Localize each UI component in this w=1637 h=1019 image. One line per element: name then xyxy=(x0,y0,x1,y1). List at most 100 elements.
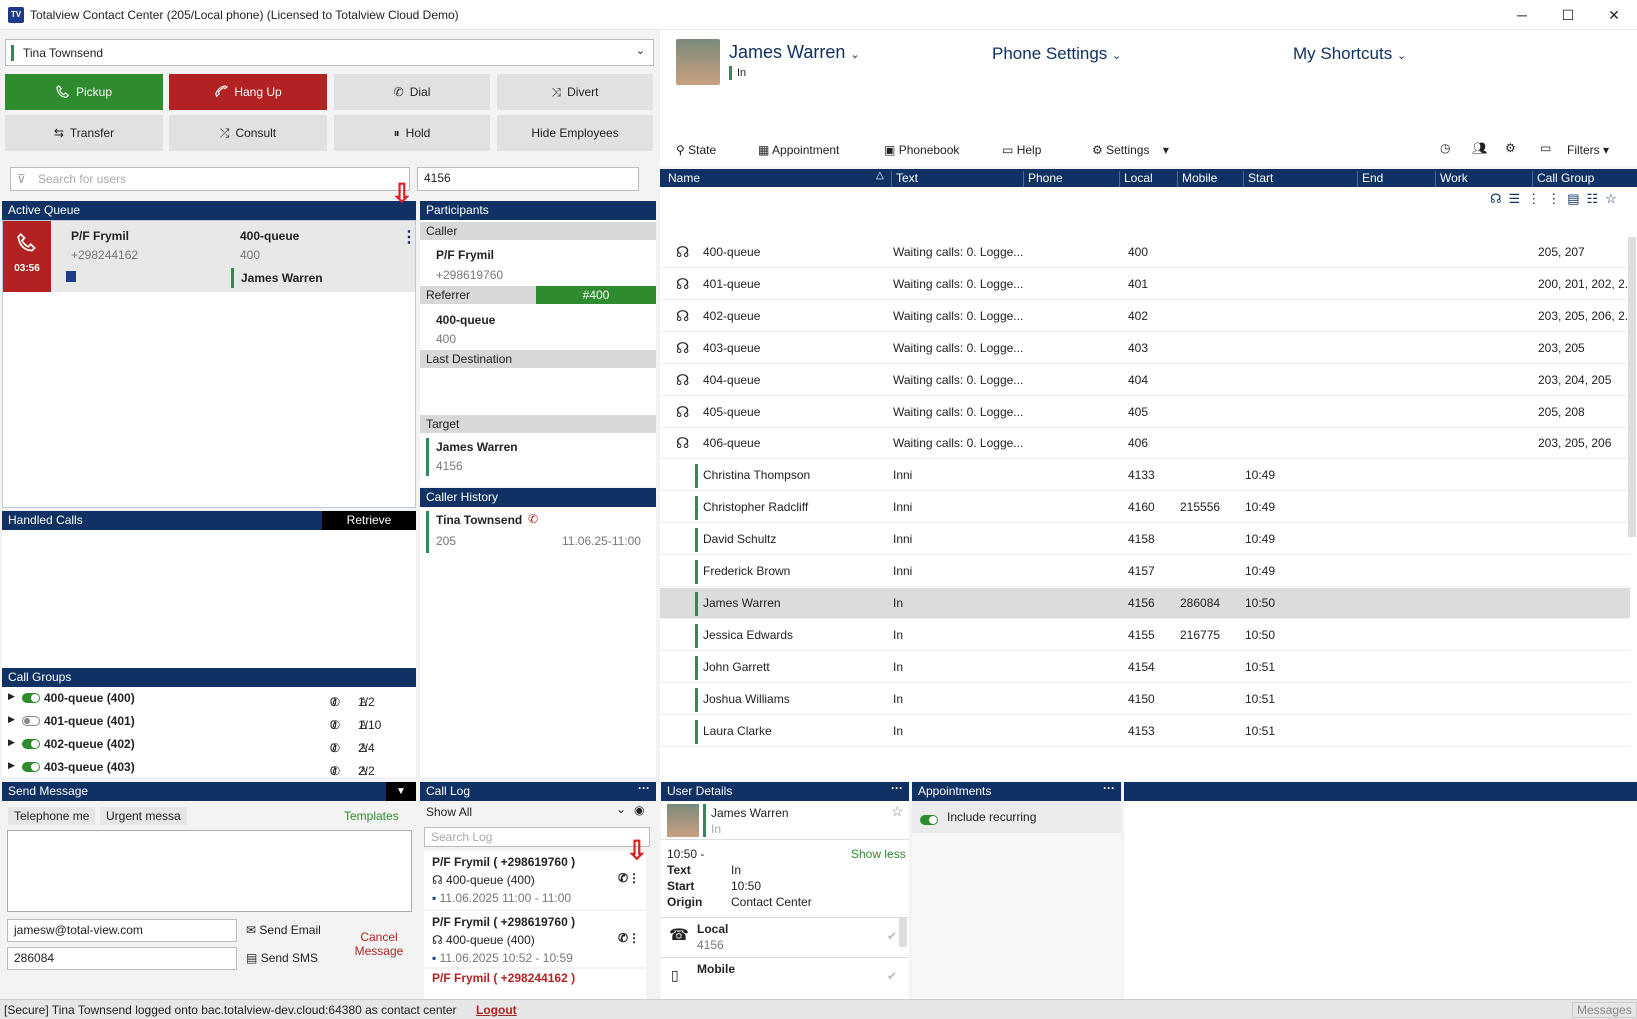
call-group-row[interactable]: ▶ 402-queue (402) ✆ 0 ♙ 2/4 xyxy=(2,733,402,755)
retrieve-button[interactable]: Retrieve xyxy=(322,511,416,530)
call-group-toggle[interactable] xyxy=(22,739,40,749)
send-email-button[interactable]: ✉ Send Email xyxy=(246,923,321,937)
cancel-message-button[interactable]: Cancel Message xyxy=(354,930,404,958)
col-phone-forwarding[interactable]: Phone Forwardin xyxy=(1023,171,1119,187)
settings-button[interactable]: ⚙ Settings ▾ xyxy=(1092,143,1169,157)
table-row[interactable]: Frederick Brown Inni 4157 10:49 xyxy=(660,556,1630,587)
more-icon[interactable]: ··· xyxy=(638,779,650,797)
message-textarea[interactable] xyxy=(7,830,412,912)
divert-button[interactable]: ⤨ Divert xyxy=(497,74,653,110)
col-end[interactable]: End xyxy=(1357,171,1383,187)
email-field[interactable]: jamesw@total-view.com xyxy=(7,919,237,942)
table-row[interactable]: James Warren In 4156 286084 10:50 xyxy=(660,587,1630,619)
phone-settings-menu[interactable]: Phone Settings ⌄ xyxy=(992,44,1121,64)
call-group-row[interactable]: ▶ 403-queue (403) ✆ 0 ♙ 2/2 xyxy=(2,756,402,778)
call-group-toggle[interactable] xyxy=(22,693,40,703)
callback-icon[interactable]: ✆⋮ xyxy=(618,871,640,885)
scrollbar[interactable] xyxy=(1628,237,1636,537)
my-shortcuts-menu[interactable]: My Shortcuts ⌄ xyxy=(1293,44,1406,64)
table-row[interactable]: ☊ 400-queue Waiting calls: 0. Logge... 400 2… xyxy=(660,237,1630,268)
table-row[interactable]: Christopher Radcliff Inni 4160 215556 10:49 xyxy=(660,492,1630,524)
minimize-button[interactable]: ─ xyxy=(1499,0,1545,30)
col-mobile[interactable]: Mobile xyxy=(1177,171,1239,187)
transfer-button[interactable]: ⇆ Transfer xyxy=(5,115,163,151)
send-message-panel: Telephone me Urgent messa Templates jame… xyxy=(2,801,416,981)
template-telephone-me[interactable]: Telephone me xyxy=(8,807,96,825)
eye-icon[interactable]: ◉ xyxy=(634,803,644,817)
chevron-down-icon[interactable]: ⌄ xyxy=(616,802,626,816)
call-group-toggle[interactable] xyxy=(22,716,40,726)
gear-icon[interactable]: ⚙ xyxy=(1505,141,1516,155)
callback-icon[interactable]: ✆⋮ xyxy=(618,931,640,945)
table-row[interactable]: ☊ 403-queue Waiting calls: 0. Logge... 403 2… xyxy=(660,332,1630,364)
call-log-filter[interactable]: Show All xyxy=(426,805,472,819)
caret-down-icon[interactable]: ▼ xyxy=(386,782,416,801)
expand-icon[interactable]: ▶ xyxy=(8,714,15,725)
call-group-row[interactable]: ▶ 401-queue (401) ✆ 0 ♙ 1/10 xyxy=(2,710,402,732)
dial-button[interactable]: ✆ Dial xyxy=(334,74,490,110)
view-mode-icons[interactable]: ☊☰⋮⋮▤☷☆ xyxy=(1490,191,1630,211)
maximize-button[interactable]: ☐ xyxy=(1545,0,1591,30)
logout-link[interactable]: Logout xyxy=(476,1003,517,1017)
pickup-button[interactable]: Pickup xyxy=(5,74,163,110)
consult-button[interactable]: ⤮ Consult xyxy=(169,115,327,151)
more-icon[interactable]: ⋮ xyxy=(401,227,417,247)
include-recurring-toggle[interactable] xyxy=(920,814,938,825)
col-start[interactable]: Start xyxy=(1243,171,1273,187)
profile-name[interactable]: James Warren ⌄ xyxy=(729,42,860,63)
messages-button[interactable]: Messages xyxy=(1572,1002,1637,1018)
table-row[interactable]: Christina Thompson Inni 4133 10:49 xyxy=(660,460,1630,492)
phonebook-button[interactable]: ▣ Phonebook xyxy=(884,143,959,157)
col-call-group[interactable]: Call Group xyxy=(1532,171,1594,187)
call-group-toggle[interactable] xyxy=(22,762,40,772)
call-log-entry[interactable]: P/F Frymil ( +298244162 ) xyxy=(424,969,646,999)
table-row[interactable]: Laura Clarke In 4153 10:51 xyxy=(660,715,1630,747)
users-icon[interactable]: 👥︎ xyxy=(1472,141,1487,155)
send-sms-button[interactable]: ▤ Send SMS xyxy=(246,951,318,965)
avatar[interactable] xyxy=(676,39,720,85)
more-icon[interactable]: ··· xyxy=(891,779,903,797)
user-select[interactable]: Tina Townsend ⌄ xyxy=(5,39,654,66)
star-icon[interactable]: ☆ xyxy=(891,803,904,820)
clock-icon[interactable]: ◷ xyxy=(1440,141,1450,155)
sms-field[interactable]: 286084 xyxy=(7,947,237,970)
help-button[interactable]: ▭ Help xyxy=(1002,143,1041,157)
table-row[interactable]: David Schultz Inni 4158 10:49 xyxy=(660,524,1630,556)
chart-icon[interactable]: ▭ xyxy=(1540,141,1551,155)
table-row[interactable]: ☊ 404-queue Waiting calls: 0. Logge... 404 2… xyxy=(660,364,1630,396)
table-row[interactable]: ☊ 401-queue Waiting calls: 0. Logge... 401 2… xyxy=(660,268,1635,300)
templates-link[interactable]: Templates xyxy=(344,809,399,823)
hide-employees-button[interactable]: Hide Employees xyxy=(497,115,653,151)
call-log-search[interactable]: Search Log xyxy=(424,827,650,847)
call-log-entry[interactable]: P/F Frymil ( +298619760 ) ☊ 400-queue (4… xyxy=(424,911,646,967)
appointment-button[interactable]: ▦ Appointment xyxy=(758,143,839,157)
col-name[interactable]: Name xyxy=(664,171,700,187)
col-text[interactable]: Text xyxy=(891,171,1013,187)
expand-icon[interactable]: ▶ xyxy=(8,737,15,748)
number-input[interactable]: 4156 xyxy=(417,167,639,191)
template-urgent[interactable]: Urgent messa xyxy=(100,807,187,825)
table-row[interactable]: John Garrett In 4154 10:51 xyxy=(660,651,1630,683)
filters-button[interactable]: Filters ▾ xyxy=(1567,143,1609,157)
table-row[interactable]: Jessica Edwards In 4155 216775 10:50 xyxy=(660,619,1630,651)
hangup-button[interactable]: Hang Up xyxy=(169,74,327,110)
scrollbar[interactable] xyxy=(899,917,907,947)
table-row[interactable]: ☊ 406-queue Waiting calls: 0. Logge... 406 2… xyxy=(660,428,1630,460)
state-button[interactable]: ⚲ State xyxy=(676,143,716,157)
close-button[interactable]: ✕ xyxy=(1591,0,1637,30)
col-local[interactable]: Local xyxy=(1119,171,1171,187)
table-row[interactable]: ☊ 402-queue Waiting calls: 0. Logge... 402 2… xyxy=(660,300,1635,332)
hold-button[interactable]: ⏸ Hold xyxy=(334,115,490,151)
active-call-card[interactable]: 03:56 P/F Frymil +298244162 400-queue 40… xyxy=(3,221,417,292)
table-row[interactable]: Joshua Williams In 4150 10:51 xyxy=(660,683,1630,715)
expand-icon[interactable]: ▶ xyxy=(8,760,15,771)
call-log-entry[interactable]: P/F Frymil ( +298619760 ) ☊ 400-queue (4… xyxy=(424,851,646,909)
show-less-link[interactable]: Show less xyxy=(851,847,906,861)
expand-icon[interactable]: ▶ xyxy=(8,691,15,702)
table-row[interactable]: ☊ 405-queue Waiting calls: 0. Logge... 405 2… xyxy=(660,396,1630,428)
row-text: Inni xyxy=(893,532,913,547)
search-users-input[interactable]: ⊽ Search for users xyxy=(10,167,410,191)
call-group-row[interactable]: ▶ 400-queue (400) ✆ 0 ♙ 1/2 xyxy=(2,687,402,709)
col-work-spec[interactable]: Work specificatior xyxy=(1435,171,1531,187)
more-icon[interactable]: ··· xyxy=(1103,779,1115,797)
